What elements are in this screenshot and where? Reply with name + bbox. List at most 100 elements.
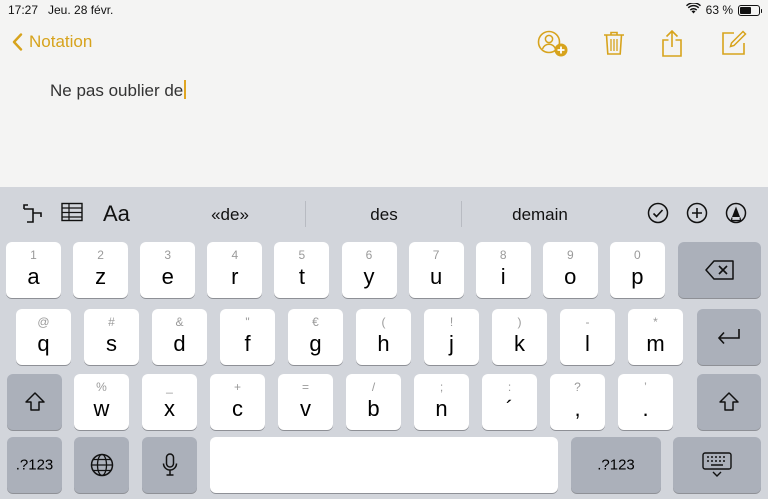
key-primary-label: m [646,331,665,356]
navigation-bar: Notation [0,22,768,68]
key-primary-label: d [173,331,186,356]
shift-icon [24,392,45,411]
key-row1-8[interactable]: 9o [542,242,598,298]
compose-button[interactable] [721,30,747,61]
markup-button[interactable] [725,202,747,229]
key-row2-7[interactable]: ) k [492,309,547,365]
key-secondary-label: & [175,315,184,329]
key-row3-5[interactable]: ; n [414,374,469,430]
dismiss-keyboard-key[interactable] [673,437,761,493]
status-time: 17:27 [8,3,39,17]
key-row2-8[interactable]: -l [560,309,615,365]
key-primary-label: i [500,264,506,289]
key-primary-label: l [585,331,590,356]
undo-button[interactable] [21,202,45,229]
prediction-divider [461,201,462,227]
key-row1-2[interactable]: 3e [140,242,196,298]
key-primary-label: o [564,264,577,289]
key-secondary-label: 1 [30,248,37,262]
share-icon [662,29,682,57]
key-primary-label: . [642,396,649,421]
dictation-key[interactable] [142,437,197,493]
key-row2-0[interactable]: @ q [16,309,71,365]
pen-circle-icon [725,202,747,224]
key-primary-label: h [377,331,390,356]
key-secondary-label: € [312,315,319,329]
key-primary-label: v [300,396,311,421]
key-secondary-label: * [653,315,658,329]
key-row1-1[interactable]: 2z [73,242,129,298]
delete-key[interactable] [678,242,761,298]
key-row1-3[interactable]: 4r [207,242,263,298]
delete-icon [704,260,734,280]
add-people-icon [537,30,568,57]
key-row3-7[interactable]: ?, [550,374,605,430]
key-row1-7[interactable]: 8i [475,242,531,298]
prediction-1[interactable]: «de» [180,205,280,225]
numbers-key-label: .?123 [597,456,635,474]
key-row2-1[interactable]: # s [84,309,139,365]
keyboard: Aa «de» des demain 1 a 2 z 3 e 4 r 5 t 6 y 7 u 8 i 9 o 0 p @… [0,187,768,499]
prediction-2[interactable]: des [334,205,434,225]
numbers-key-label: .?123 [15,456,54,474]
key-primary-label: r [231,264,239,289]
back-button[interactable]: Notation [12,32,92,52]
key-primary-label: y [363,264,375,289]
key-secondary-label: - [585,315,590,329]
key-row2-5[interactable]: (h [356,309,411,365]
key-row3-3[interactable]: = v [278,374,333,430]
keyboard-dismiss-icon [702,452,732,477]
share-button[interactable] [661,29,683,63]
key-primary-label: , [574,396,581,421]
key-secondary-label: @ [37,315,50,329]
return-key[interactable] [697,309,761,365]
key-secondary-label: _ [166,380,173,394]
space-bar[interactable] [210,437,558,493]
key-row1-5[interactable]: 6y [341,242,397,298]
note-text-area[interactable]: Ne pas oublier de [50,80,187,101]
key-secondary-label: ’ [644,380,647,394]
key-row1-6[interactable]: 7u [408,242,464,298]
key-row2-9[interactable]: * m [628,309,683,365]
numbers-key-left[interactable]: .?123 [7,437,62,493]
key-row1-0[interactable]: 1a [6,242,61,298]
key-row1-9[interactable]: 0p [609,242,665,298]
key-secondary-label: # [108,315,115,329]
key-primary-label: t [298,264,305,289]
key-row2-2[interactable]: & d [152,309,207,365]
key-primary-label: g [309,331,322,356]
key-row3-2[interactable]: + c [210,374,265,430]
key-primary-label: e [161,264,174,289]
chevron-left-icon [12,33,23,51]
key-primary-label: c [232,396,243,421]
key-row3-0[interactable]: % w [74,374,129,430]
format-text-button[interactable]: Aa [103,201,130,227]
checkmark-circle-icon [647,202,669,224]
key-row3-1[interactable]: _ x [142,374,197,430]
key-secondary-label: ! [449,315,454,329]
key-row2-3[interactable]: " f [220,309,275,365]
checklist-button[interactable] [647,202,669,229]
insert-button[interactable] [686,202,708,229]
key-secondary-label: = [301,380,309,394]
key-secondary-label: 7 [432,248,440,262]
key-secondary-label: 6 [365,248,373,262]
trash-button[interactable] [603,30,625,61]
numbers-key-right[interactable]: .?123 [571,437,661,493]
shift-key-left[interactable] [7,374,62,430]
compose-icon [722,30,747,55]
globe-key[interactable] [74,437,129,493]
key-row2-6[interactable]: ! j [424,309,479,365]
key-row3-6[interactable]: : ´ [482,374,537,430]
add-people-button[interactable] [537,30,569,63]
key-primary-label: a [27,264,40,289]
prediction-bar: Aa «de» des demain [0,187,768,239]
key-row3-4[interactable]: / b [346,374,401,430]
key-row3-8[interactable]: ’. [618,374,673,430]
key-row1-4[interactable]: 5t [274,242,330,298]
table-button[interactable] [61,202,83,227]
prediction-3[interactable]: demain [490,205,590,225]
shift-key-right[interactable] [697,374,761,430]
key-row2-4[interactable]: € g [288,309,343,365]
key-primary-label: n [435,396,448,421]
